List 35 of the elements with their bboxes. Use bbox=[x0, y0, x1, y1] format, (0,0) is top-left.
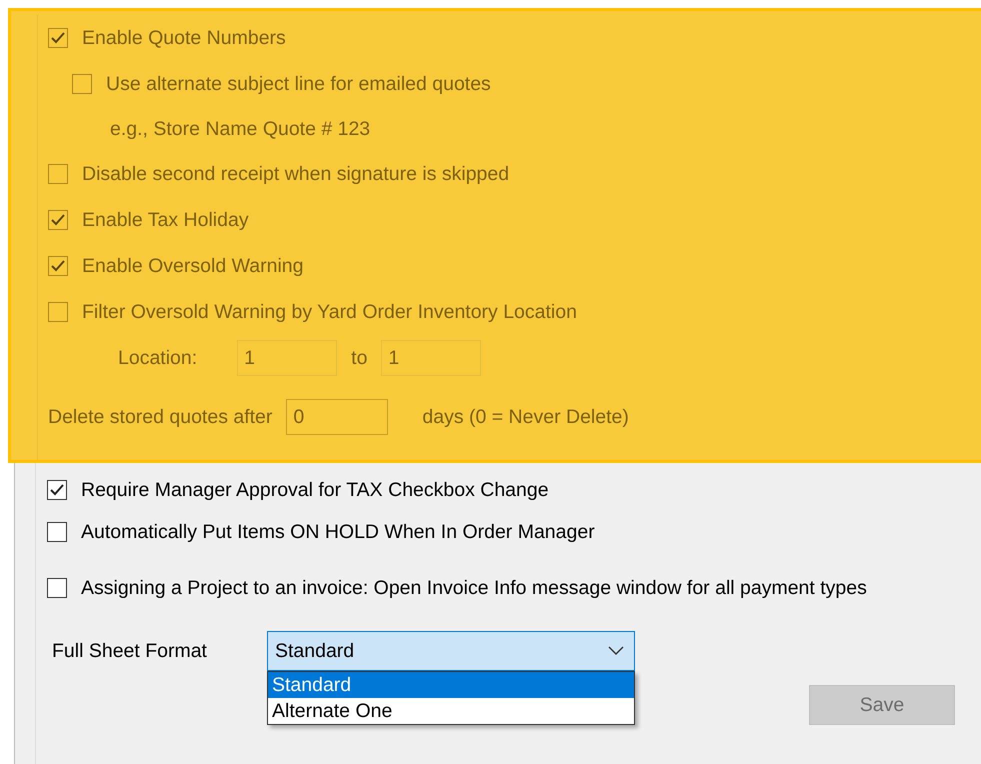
chevron-down-icon bbox=[608, 646, 624, 656]
location-label: Location: bbox=[118, 346, 198, 370]
field-suffix: days (0 = Never Delete) bbox=[422, 406, 629, 428]
checkbox-label: Enable Tax Holiday bbox=[82, 208, 249, 232]
checkbox-label: Filter Oversold Warning by Yard Order Inventory Location bbox=[82, 300, 577, 324]
checkbox[interactable] bbox=[48, 210, 68, 230]
dropdown-option[interactable]: Standard bbox=[268, 672, 634, 698]
format-dropdown[interactable]: Standard bbox=[266, 631, 635, 671]
location-from-field[interactable]: 1 bbox=[237, 340, 338, 376]
checkbox[interactable] bbox=[47, 578, 67, 598]
checkbox[interactable] bbox=[47, 522, 67, 542]
checkbox-label: Use alternate subject line for emailed quotes bbox=[106, 72, 491, 96]
days-field[interactable]: 0 bbox=[286, 399, 388, 435]
checkbox[interactable] bbox=[48, 256, 68, 276]
checkbox[interactable] bbox=[48, 164, 68, 184]
checkbox-label: Automatically Put Items ON HOLD When In Order Manager bbox=[81, 520, 595, 544]
separator-text: to bbox=[351, 346, 368, 370]
checkbox[interactable] bbox=[48, 302, 68, 322]
location-to-field[interactable]: 1 bbox=[381, 340, 482, 376]
checkbox-label: Assigning a Project to an invoice: Open Invoice Info message window for all payment types bbox=[81, 576, 867, 600]
field-label: Delete stored quotes after bbox=[48, 406, 272, 428]
format-label: Full Sheet Format bbox=[52, 639, 207, 664]
checkbox-label: Enable Quote Numbers bbox=[82, 26, 286, 50]
example-text: e.g., Store Name Quote # 123 bbox=[110, 118, 370, 140]
checkmark-icon bbox=[49, 483, 65, 497]
checkbox-label: Disable second receipt when signature is skipped bbox=[82, 162, 510, 186]
checkmark-icon bbox=[50, 259, 66, 273]
checkmark-icon bbox=[50, 213, 66, 227]
checkmark-icon bbox=[50, 31, 66, 45]
checkbox-label: Enable Oversold Warning bbox=[82, 254, 304, 278]
checkbox-label: Require Manager Approval for TAX Checkbox Change bbox=[81, 478, 549, 502]
checkbox[interactable] bbox=[48, 28, 68, 48]
dropdown-option[interactable]: Alternate One bbox=[268, 698, 634, 724]
checkbox[interactable] bbox=[47, 480, 67, 500]
checkbox[interactable] bbox=[72, 74, 92, 94]
